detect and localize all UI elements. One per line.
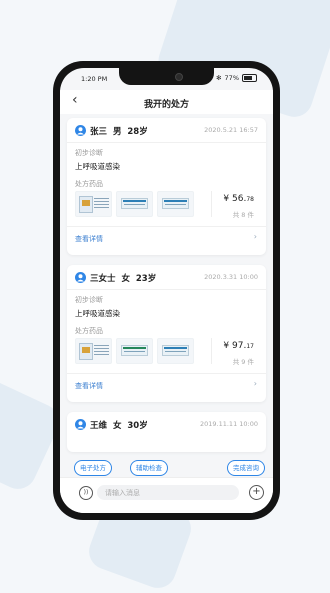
patient-name: 张三: [90, 127, 108, 137]
view-detail-link[interactable]: 查看详情: [75, 381, 103, 391]
diagnosis-text: 上呼吸道感染: [75, 309, 120, 318]
camera-icon: [175, 73, 183, 81]
message-input[interactable]: [97, 485, 239, 500]
message-input-bar: )) +: [60, 477, 273, 513]
divider: [67, 289, 266, 290]
price-integer: 56.: [232, 194, 247, 204]
item-count: 共 8 件: [232, 211, 254, 219]
price-decimal: 17: [246, 343, 254, 350]
finish-consult-chip[interactable]: 完成咨询: [227, 460, 265, 476]
drug-image: [116, 338, 153, 364]
drugs-label: 处方药品: [75, 180, 103, 188]
drug-images: [75, 338, 196, 364]
diagnosis-label: 初步诊断: [75, 149, 103, 157]
patient-gender: 女: [112, 421, 122, 431]
voice-icon[interactable]: )): [79, 486, 93, 500]
patient-header: 张三 男 28岁 2020.5.21 16:57: [75, 125, 258, 139]
auxiliary-exam-chip[interactable]: 辅助检查: [130, 460, 168, 476]
phone-frame: 1:20 PM ✻ 77% ‹ 我开的处方 张三 男 28岁 2020.5.21…: [53, 61, 280, 520]
patient-avatar-icon: [75, 272, 86, 283]
patient-age: 28岁: [127, 127, 148, 137]
item-count: 共 9 件: [232, 358, 254, 366]
drug-images: [75, 191, 196, 217]
patient-age: 23岁: [135, 274, 157, 284]
diagnosis-label: 初步诊断: [75, 296, 103, 304]
patient-name: 王维: [90, 421, 108, 431]
patient-info: 王维 女 30岁: [90, 419, 148, 431]
drugs-label: 处方药品: [75, 327, 103, 335]
divider: [211, 191, 212, 217]
price-integer: 97.: [232, 341, 247, 351]
page-title: 我开的处方: [143, 100, 189, 110]
phone-notch: [119, 68, 214, 85]
prescription-card[interactable]: 王维 女 30岁 2019.11.11 10:00: [67, 412, 266, 452]
currency-symbol: ¥: [223, 341, 230, 351]
view-detail-link[interactable]: 查看详情: [75, 234, 103, 244]
drug-image: [75, 338, 112, 364]
patient-info: 三女士 女 23岁: [90, 272, 156, 284]
prescription-card[interactable]: 张三 男 28岁 2020.5.21 16:57 初步诊断 上呼吸道感染 处方药…: [67, 118, 266, 255]
price-decimal: 78: [246, 196, 254, 203]
patient-gender: 女: [121, 274, 130, 284]
total-price: ¥ 56.78: [223, 194, 254, 204]
nav-bar: ‹ 我开的处方: [60, 90, 273, 114]
prescription-date: 2019.11.11 10:00: [199, 420, 258, 428]
divider: [67, 142, 266, 143]
status-icons: ✻ 77%: [216, 74, 257, 82]
prescription-date: 2020.3.31 10:00: [204, 273, 258, 281]
drug-image: [116, 191, 153, 217]
patient-header: 王维 女 30岁 2019.11.11 10:00: [75, 419, 258, 433]
quick-actions-bar: 电子处方 辅助检查 完成咨询: [60, 457, 273, 477]
patient-name: 三女士: [90, 274, 116, 284]
patient-info: 张三 男 28岁: [90, 125, 148, 137]
bluetooth-icon: ✻: [216, 74, 222, 82]
patient-age: 30岁: [127, 421, 148, 431]
patient-gender: 男: [112, 127, 122, 137]
chevron-right-icon[interactable]: ›: [254, 232, 257, 241]
total-price: ¥ 97.17: [223, 341, 254, 351]
prescription-card[interactable]: 三女士 女 23岁 2020.3.31 10:00 初步诊断 上呼吸道感染 处方…: [67, 265, 266, 402]
chevron-right-icon[interactable]: ›: [254, 379, 257, 388]
battery-icon: [242, 74, 257, 82]
divider: [67, 226, 266, 227]
prescription-date: 2020.5.21 16:57: [204, 126, 258, 134]
battery-level: 77%: [224, 74, 239, 82]
currency-symbol: ¥: [223, 194, 230, 204]
status-time: 1:20 PM: [81, 75, 108, 83]
patient-avatar-icon: [75, 125, 86, 136]
drug-image: [157, 338, 194, 364]
drug-image: [157, 191, 194, 217]
app-screen: 1:20 PM ✻ 77% ‹ 我开的处方 张三 男 28岁 2020.5.21…: [60, 68, 273, 513]
patient-avatar-icon: [75, 419, 86, 430]
divider: [67, 373, 266, 374]
diagnosis-text: 上呼吸道感染: [75, 162, 120, 171]
divider: [211, 338, 212, 364]
e-prescription-chip[interactable]: 电子处方: [74, 460, 112, 476]
drug-image: [75, 191, 112, 217]
plus-icon[interactable]: +: [249, 485, 264, 500]
patient-header: 三女士 女 23岁 2020.3.31 10:00: [75, 272, 258, 286]
